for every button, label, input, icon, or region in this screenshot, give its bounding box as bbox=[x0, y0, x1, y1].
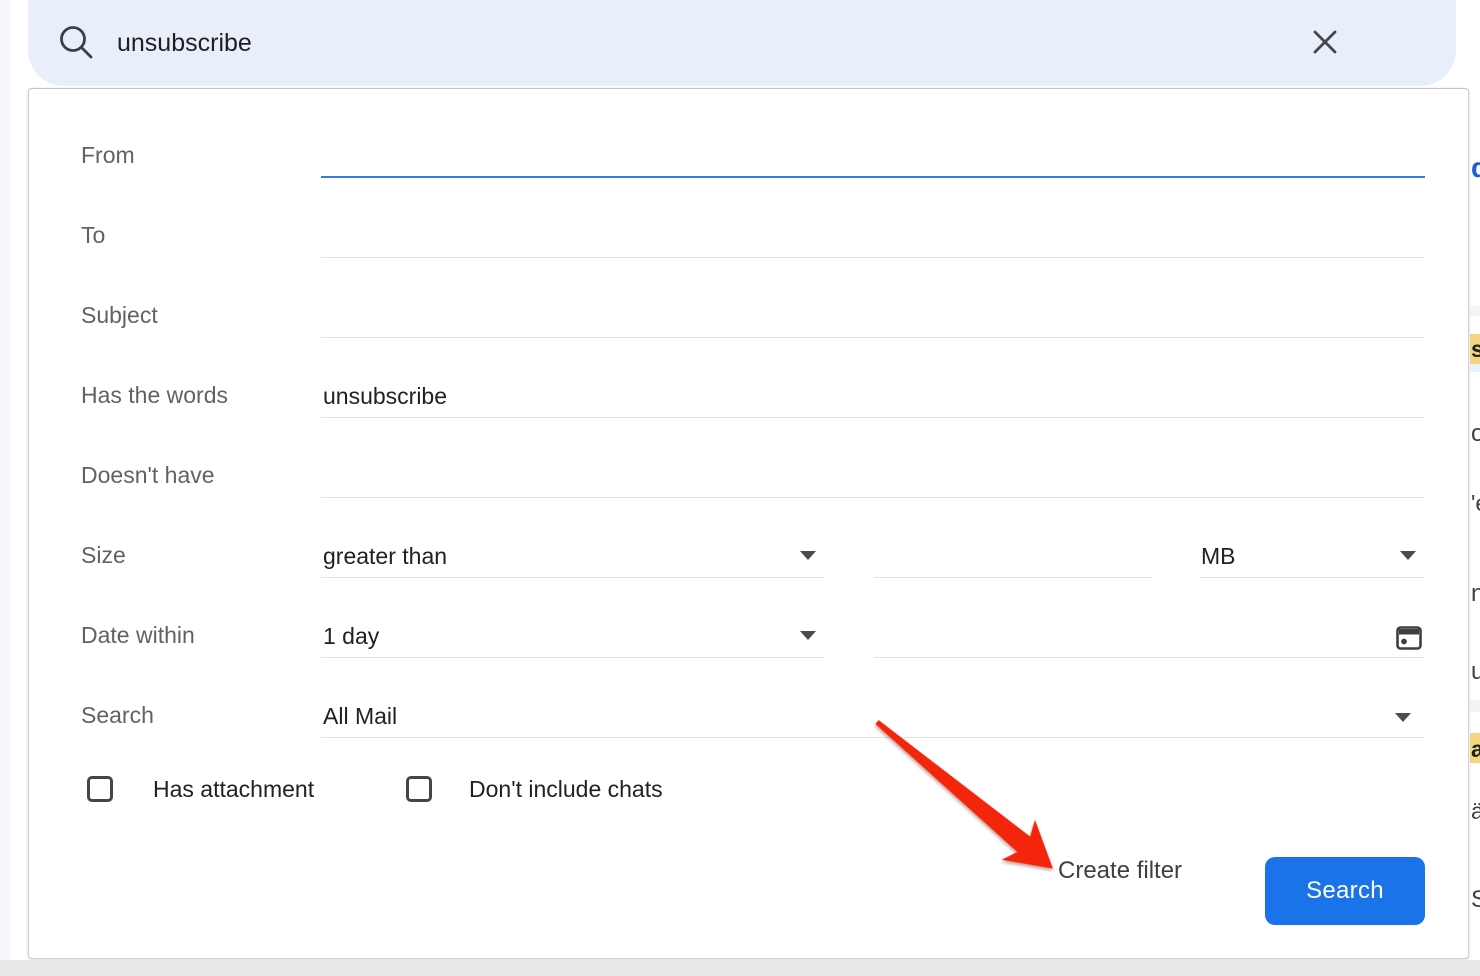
subject-input[interactable] bbox=[321, 294, 1425, 338]
calendar-icon[interactable] bbox=[1395, 623, 1423, 651]
search-scope-value: All Mail bbox=[323, 703, 397, 730]
has-words-label: Has the words bbox=[81, 374, 228, 418]
size-operator-value: greater than bbox=[323, 543, 447, 570]
form-row-has-words: Has the words unsubscribe bbox=[29, 374, 1468, 418]
form-row-subject: Subject bbox=[29, 294, 1468, 338]
date-within-label: Date within bbox=[81, 614, 195, 658]
chevron-down-icon bbox=[1400, 551, 1416, 560]
to-label: To bbox=[81, 214, 105, 258]
background-fragment: u bbox=[1471, 658, 1480, 686]
background-fragment: o bbox=[1471, 420, 1480, 448]
date-input[interactable] bbox=[874, 614, 1425, 658]
background-fragment: a bbox=[1471, 736, 1480, 763]
background-fragment: s bbox=[1471, 336, 1480, 363]
search-button[interactable]: Search bbox=[1265, 857, 1425, 925]
form-row-size: Size greater than MB bbox=[29, 534, 1468, 578]
chevron-down-icon bbox=[800, 551, 816, 560]
search-icon bbox=[56, 22, 96, 62]
size-amount-input[interactable] bbox=[874, 534, 1153, 578]
background-fragment: n bbox=[1471, 580, 1480, 608]
subject-label: Subject bbox=[81, 294, 158, 338]
form-row-from: From bbox=[29, 134, 1468, 178]
background-fragment: ä bbox=[1471, 798, 1480, 825]
size-label: Size bbox=[81, 534, 126, 578]
form-row-date-within: Date within 1 day bbox=[29, 614, 1468, 658]
doesnt-have-label: Doesn't have bbox=[81, 454, 215, 498]
background-fragment bbox=[1470, 700, 1480, 712]
close-icon[interactable] bbox=[1308, 25, 1342, 59]
has-words-input[interactable]: unsubscribe bbox=[321, 374, 1425, 418]
create-filter-button[interactable]: Create filter bbox=[1048, 849, 1192, 893]
background-fragment: S bbox=[1471, 886, 1480, 914]
search-scope-label: Search bbox=[81, 694, 154, 738]
form-row-to: To bbox=[29, 214, 1468, 258]
dont-include-chats-checkbox[interactable] bbox=[406, 776, 432, 802]
size-unit-value: MB bbox=[1201, 543, 1236, 570]
date-range-dropdown[interactable]: 1 day bbox=[321, 614, 824, 658]
has-attachment-checkbox[interactable] bbox=[87, 776, 113, 802]
search-query-text[interactable]: unsubscribe bbox=[117, 0, 252, 86]
background-fragment: d bbox=[1471, 152, 1480, 184]
doesnt-have-input[interactable] bbox=[321, 454, 1425, 498]
has-attachment-label: Has attachment bbox=[153, 773, 314, 805]
has-words-value: unsubscribe bbox=[323, 383, 447, 410]
background-fragment bbox=[1470, 306, 1480, 316]
background-fragment bbox=[1470, 364, 1480, 372]
chevron-down-icon bbox=[1395, 713, 1411, 722]
size-operator-dropdown[interactable]: greater than bbox=[321, 534, 824, 578]
form-row-search-scope: Search All Mail bbox=[29, 694, 1468, 738]
dont-include-chats-label: Don't include chats bbox=[469, 773, 663, 805]
search-scope-dropdown[interactable]: All Mail bbox=[321, 694, 1425, 738]
chevron-down-icon bbox=[800, 631, 816, 640]
page-left-gutter bbox=[0, 0, 10, 976]
checkbox-row: Has attachment Don't include chats bbox=[29, 772, 1468, 812]
form-row-doesnt-have: Doesn't have bbox=[29, 454, 1468, 498]
from-input[interactable] bbox=[321, 134, 1425, 178]
to-input[interactable] bbox=[321, 214, 1425, 258]
date-range-value: 1 day bbox=[323, 623, 379, 650]
background-fragment: 'e bbox=[1471, 490, 1480, 517]
size-unit-dropdown[interactable]: MB bbox=[1199, 534, 1425, 578]
advanced-search-panel: From To Subject Has the words unsubscrib… bbox=[28, 88, 1469, 959]
from-label: From bbox=[81, 134, 135, 178]
page-bottom-gutter bbox=[0, 960, 1480, 976]
